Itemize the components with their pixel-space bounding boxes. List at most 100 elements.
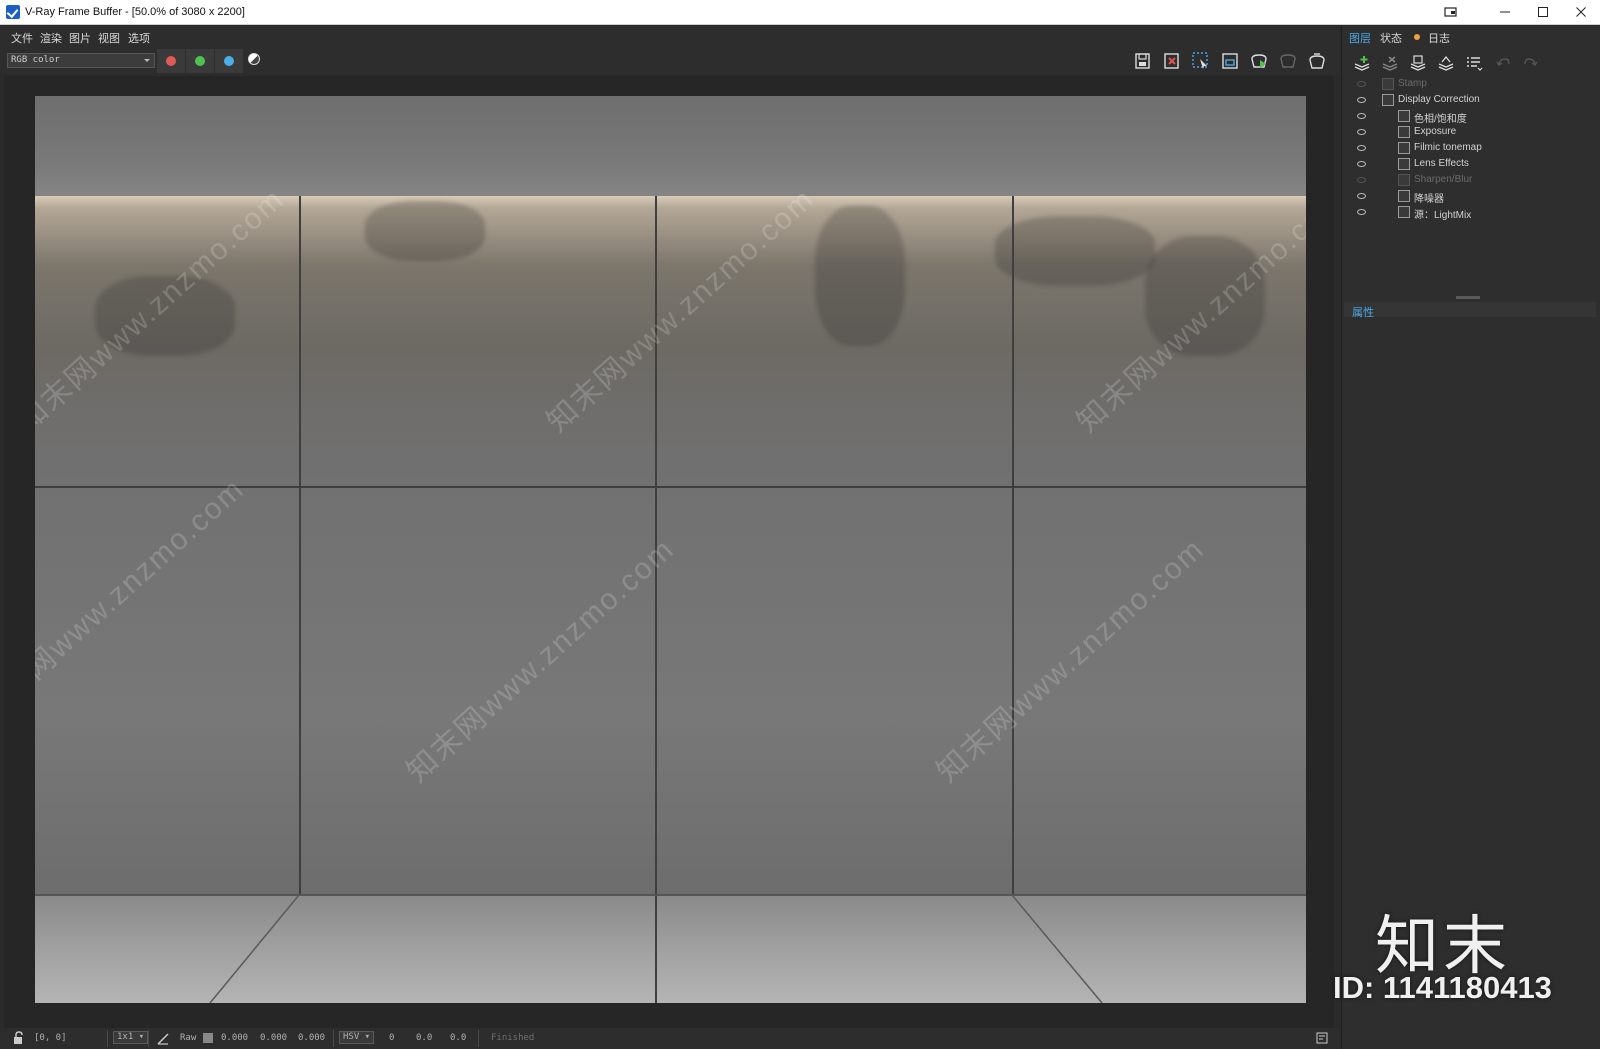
layer-row[interactable]: Lens Effects [1350,156,1595,172]
channel-select-value: RGB color [11,55,60,65]
lock-icon[interactable] [12,1031,24,1045]
layer-name: 色相/饱和度 [1414,114,1467,125]
green-dot-icon [195,56,205,66]
raw-label: Raw [180,1033,197,1043]
panel-splitter[interactable] [1456,296,1480,299]
rendered-image: 知末网www.znzmo.com 知末网www.znzmo.com 知末网www… [35,96,1306,1003]
toolbar: RGB color [0,46,1340,74]
menu-image[interactable]: 图片 [69,30,91,46]
exposure-icon [1398,126,1410,138]
render-status: Finished [491,1033,535,1043]
panel-seam [299,196,301,895]
red-channel-button[interactable] [157,49,185,73]
zoom-value: 1x1 [117,1032,134,1042]
color-swatch [203,1033,213,1043]
pixel-coordinates: [0, 0] [34,1033,67,1043]
cast-icon[interactable] [1432,0,1469,25]
wall-stain [365,201,485,261]
render-interactive-icon[interactable] [1249,51,1269,71]
layer-row[interactable]: 源：LightMix [1350,204,1595,221]
visibility-eye-icon[interactable] [1357,97,1366,103]
color-mode-select[interactable]: HSV ▾ [339,1031,375,1044]
visibility-eye-icon[interactable] [1357,193,1366,199]
layer-row[interactable]: Display Correction [1350,92,1595,108]
window-title: V-Ray Frame Buffer - [50.0% of 3080 x 22… [25,6,245,18]
hue-saturation-icon [1398,110,1410,122]
visibility-eye-icon[interactable] [1357,177,1366,183]
render-icon[interactable] [1278,51,1298,71]
red-dot-icon [166,56,176,66]
channel-select[interactable]: RGB color [7,53,155,68]
monochrome-toggle-icon[interactable] [248,53,260,65]
properties-title: 属性 [1352,307,1374,319]
layer-list-icon[interactable] [1464,54,1484,72]
menu-options[interactable]: 选项 [128,30,150,46]
layer-row[interactable]: Exposure [1350,124,1595,140]
separator [333,1030,334,1047]
visibility-eye-icon[interactable] [1357,129,1366,135]
floor-joints [209,895,1103,1003]
layer-name: Display Correction [1398,94,1480,105]
load-layers-icon[interactable] [1436,54,1456,72]
menu-view[interactable]: 视图 [98,30,120,46]
raw-b-value: 0.000 [298,1033,326,1043]
vray-logo-icon [6,5,20,19]
panel-toggle-icon[interactable] [1316,1032,1328,1044]
color-mode-value: HSV [343,1032,360,1042]
visibility-eye-icon[interactable] [1357,209,1366,215]
toggle-display-icon[interactable] [1220,51,1240,71]
saturation-value: 0.0 [416,1033,433,1043]
wall-stain [815,206,905,346]
region-render-icon[interactable] [1191,51,1211,71]
layer-row[interactable]: Stamp [1350,76,1595,92]
layer-row[interactable]: 降噪器 [1350,188,1595,205]
title-bar: V-Ray Frame Buffer - [50.0% of 3080 x 22… [0,0,1600,25]
clear-image-icon[interactable] [1162,51,1182,71]
menu-file[interactable]: 文件 [11,30,33,46]
lightmix-icon [1398,206,1410,218]
add-layer-icon[interactable] [1352,54,1372,72]
layer-row[interactable]: Sharpen/Blur [1350,172,1595,188]
blue-channel-button[interactable] [215,49,243,73]
close-button[interactable] [1562,0,1599,25]
visibility-eye-icon[interactable] [1357,161,1366,167]
remove-layer-icon[interactable] [1380,54,1400,72]
visibility-eye-icon[interactable] [1357,113,1366,119]
tab-layers[interactable]: 图层 [1349,30,1371,46]
layer-name: Lens Effects [1414,158,1469,169]
visibility-eye-icon[interactable] [1357,81,1366,87]
save-icon[interactable] [1133,51,1153,71]
tab-log[interactable]: 日志 [1428,30,1450,46]
panel-seam [1012,196,1014,895]
layer-tree: Stamp Display Correction 色相/饱和度 Exposure Fil… [1350,76,1595,221]
render-teapot-icon[interactable] [1307,51,1327,71]
undo-icon[interactable] [1494,54,1514,72]
layer-name: 源：LightMix [1414,210,1472,221]
layer-row[interactable]: Filmic tonemap [1350,140,1595,156]
layer-row[interactable]: 色相/饱和度 [1350,108,1595,125]
layer-name: 降噪器 [1414,194,1444,205]
visibility-eye-icon[interactable] [1357,145,1366,151]
value-value: 0.0 [450,1033,467,1043]
hue-value: 0 [389,1033,395,1043]
chevron-down-icon [144,59,150,62]
display-correction-icon [1382,94,1394,106]
layer-name: Stamp [1398,78,1427,89]
redo-icon[interactable] [1520,54,1540,72]
separator [107,1030,108,1047]
sharpen-blur-icon [1398,174,1410,186]
minimize-button[interactable] [1486,0,1523,25]
color-picker-icon[interactable] [156,1032,170,1045]
save-layers-icon[interactable] [1408,54,1428,72]
zoom-select[interactable]: 1x1 ▾ [113,1031,149,1044]
separator [478,1030,479,1047]
green-channel-button[interactable] [186,49,214,73]
blue-dot-icon [224,56,234,66]
maximize-button[interactable] [1524,0,1561,25]
brand-id: ID: 1141180413 [1333,970,1552,1005]
properties-header: 属性 [1344,302,1596,319]
wall-stain [995,216,1155,286]
menu-render[interactable]: 渲染 [40,30,62,46]
tab-stats[interactable]: 状态 [1380,30,1402,46]
vray-frame-buffer-window: V-Ray Frame Buffer - [50.0% of 3080 x 22… [0,0,1600,1049]
